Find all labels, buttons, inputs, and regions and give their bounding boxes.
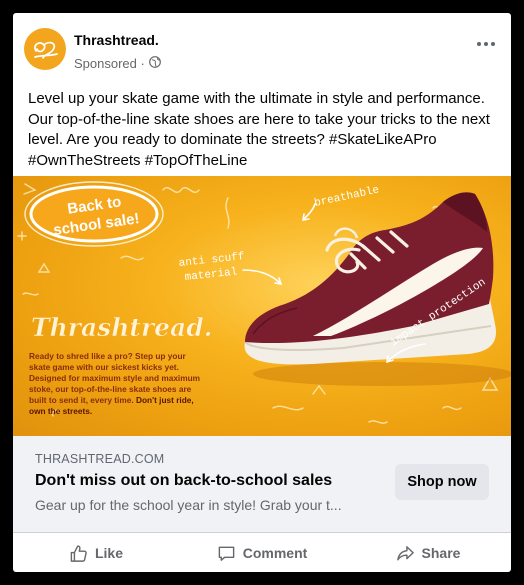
share-icon [396, 545, 414, 560]
link-headline[interactable]: Don't miss out on back-to-school sales [35, 472, 332, 490]
ad-body-copy: Ready to shred like a pro? Step up your … [29, 351, 209, 417]
sponsored-label: Sponsored · [74, 56, 145, 71]
more-dot [491, 42, 495, 46]
thumbs-up-icon [70, 544, 87, 562]
post-header: Thrashtread. Sponsored · [13, 13, 511, 85]
link-domain: THRASHTREAD.COM [35, 452, 165, 466]
label-anti-scuff-2: material [184, 267, 238, 284]
like-button[interactable]: Like [13, 533, 179, 572]
link-description: Gear up for the school year in style! Gr… [35, 497, 342, 513]
label-breathable: breathable [313, 184, 380, 209]
page-name[interactable]: Thrashtread. [74, 32, 159, 48]
ad-post-card: Thrashtread. Sponsored · Level up your s… [13, 13, 511, 572]
shop-now-button[interactable]: Shop now [395, 464, 489, 500]
page-avatar[interactable] [24, 28, 66, 70]
brand-wordmark: Thrashtread. [31, 313, 212, 342]
share-label: Share [421, 545, 461, 561]
comment-icon [218, 546, 235, 561]
like-label: Like [94, 545, 123, 561]
post-caption: Level up your skate game with the ultima… [28, 90, 490, 169]
share-button[interactable]: Share [345, 533, 511, 572]
sponsored-meta: Sponsored · [74, 56, 161, 71]
more-options-button[interactable] [475, 37, 497, 51]
comment-label: Comment [242, 545, 308, 561]
globe-icon[interactable] [148, 56, 161, 71]
post-action-bar: Like Comment Share [13, 532, 511, 572]
more-dots-icon [477, 42, 481, 46]
ad-image[interactable]: Back to school sale! breathable anti scu… [13, 176, 511, 436]
more-dot [484, 42, 488, 46]
skate-shoe-image [244, 192, 496, 365]
brand-logo-icon [34, 41, 58, 59]
comment-button[interactable]: Comment [179, 533, 345, 572]
link-preview[interactable]: THRASHTREAD.COM Don't miss out on back-t… [13, 436, 511, 532]
